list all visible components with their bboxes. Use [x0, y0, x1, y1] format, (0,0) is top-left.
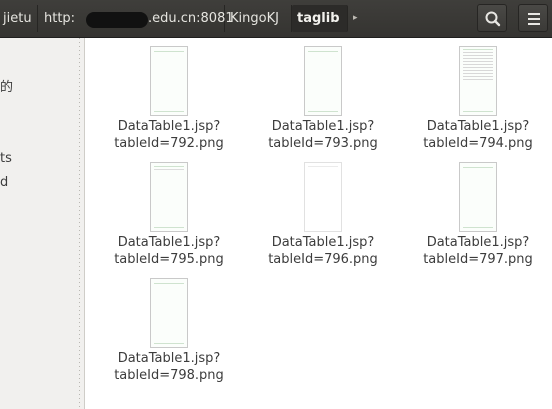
file-thumbnail [459, 46, 497, 116]
breadcrumb-url[interactable]: http: .edu.cn:8081 [38, 5, 234, 32]
hamburger-menu-icon [528, 13, 540, 25]
file-thumbnail [150, 46, 188, 116]
file-name: DataTable1.jsp? tableId=798.png [99, 350, 239, 384]
file-name-line2: tableId=797.png [423, 252, 533, 267]
file-thumbnail [150, 278, 188, 348]
sidebar: 的 ts d [0, 38, 85, 409]
file-name-line1: DataTable1.jsp? [117, 119, 221, 134]
file-name-line2: tableId=794.png [423, 136, 533, 151]
file-name: DataTable1.jsp? tableId=792.png [99, 118, 239, 152]
breadcrumb-kingokj[interactable]: KingoKJ [225, 5, 292, 32]
breadcrumb-label: jietu [3, 11, 32, 26]
file-thumbnail [459, 162, 497, 232]
sidebar-item-fragment[interactable]: 的 [0, 76, 13, 95]
search-button[interactable] [477, 4, 507, 32]
file-name-line2: tableId=792.png [114, 136, 224, 151]
file-name-line1: DataTable1.jsp? [426, 119, 530, 134]
breadcrumb-label: KingoKJ [230, 11, 279, 26]
file-name-line1: DataTable1.jsp? [271, 235, 375, 250]
file-name: DataTable1.jsp? tableId=797.png [408, 234, 548, 268]
file-name-line1: DataTable1.jsp? [271, 119, 375, 134]
breadcrumb-overflow-arrow[interactable]: ▸ [348, 5, 368, 32]
menu-button[interactable] [518, 4, 548, 32]
search-icon [485, 11, 501, 27]
sidebar-item-fragment[interactable]: d [0, 175, 8, 190]
file-name-line2: tableId=795.png [114, 252, 224, 267]
file-thumbnail [304, 162, 342, 232]
breadcrumb-label: taglib [297, 11, 340, 26]
sidebar-resize-handle[interactable] [79, 38, 80, 409]
file-thumbnail [304, 46, 342, 116]
sidebar-item-fragment[interactable]: ts [0, 151, 12, 166]
file-name-line1: DataTable1.jsp? [117, 351, 221, 366]
redaction-mark [86, 12, 148, 28]
file-name: DataTable1.jsp? tableId=795.png [99, 234, 239, 268]
breadcrumb-jietu[interactable]: jietu [0, 5, 38, 32]
breadcrumb-url-prefix: http: [44, 11, 76, 26]
file-name: DataTable1.jsp? tableId=794.png [408, 118, 548, 152]
breadcrumb-taglib[interactable]: taglib [292, 5, 348, 32]
file-name-line2: tableId=793.png [268, 136, 378, 151]
file-name-line1: DataTable1.jsp? [426, 235, 530, 250]
file-name-line2: tableId=798.png [114, 368, 224, 383]
file-grid: DataTable1.jsp? tableId=792.png DataTabl… [85, 38, 552, 409]
file-name: DataTable1.jsp? tableId=793.png [253, 118, 393, 152]
file-name-line1: DataTable1.jsp? [117, 235, 221, 250]
file-name: DataTable1.jsp? tableId=796.png [253, 234, 393, 268]
sidebar-active-indicator [0, 253, 3, 267]
file-thumbnail [150, 162, 188, 232]
breadcrumb-url-suffix: .edu.cn:8081 [148, 11, 234, 26]
path-bar: jietu http: .edu.cn:8081 KingoKJ taglib … [0, 0, 552, 38]
chevron-right-icon: ▸ [353, 13, 358, 23]
file-name-line2: tableId=796.png [268, 252, 378, 267]
